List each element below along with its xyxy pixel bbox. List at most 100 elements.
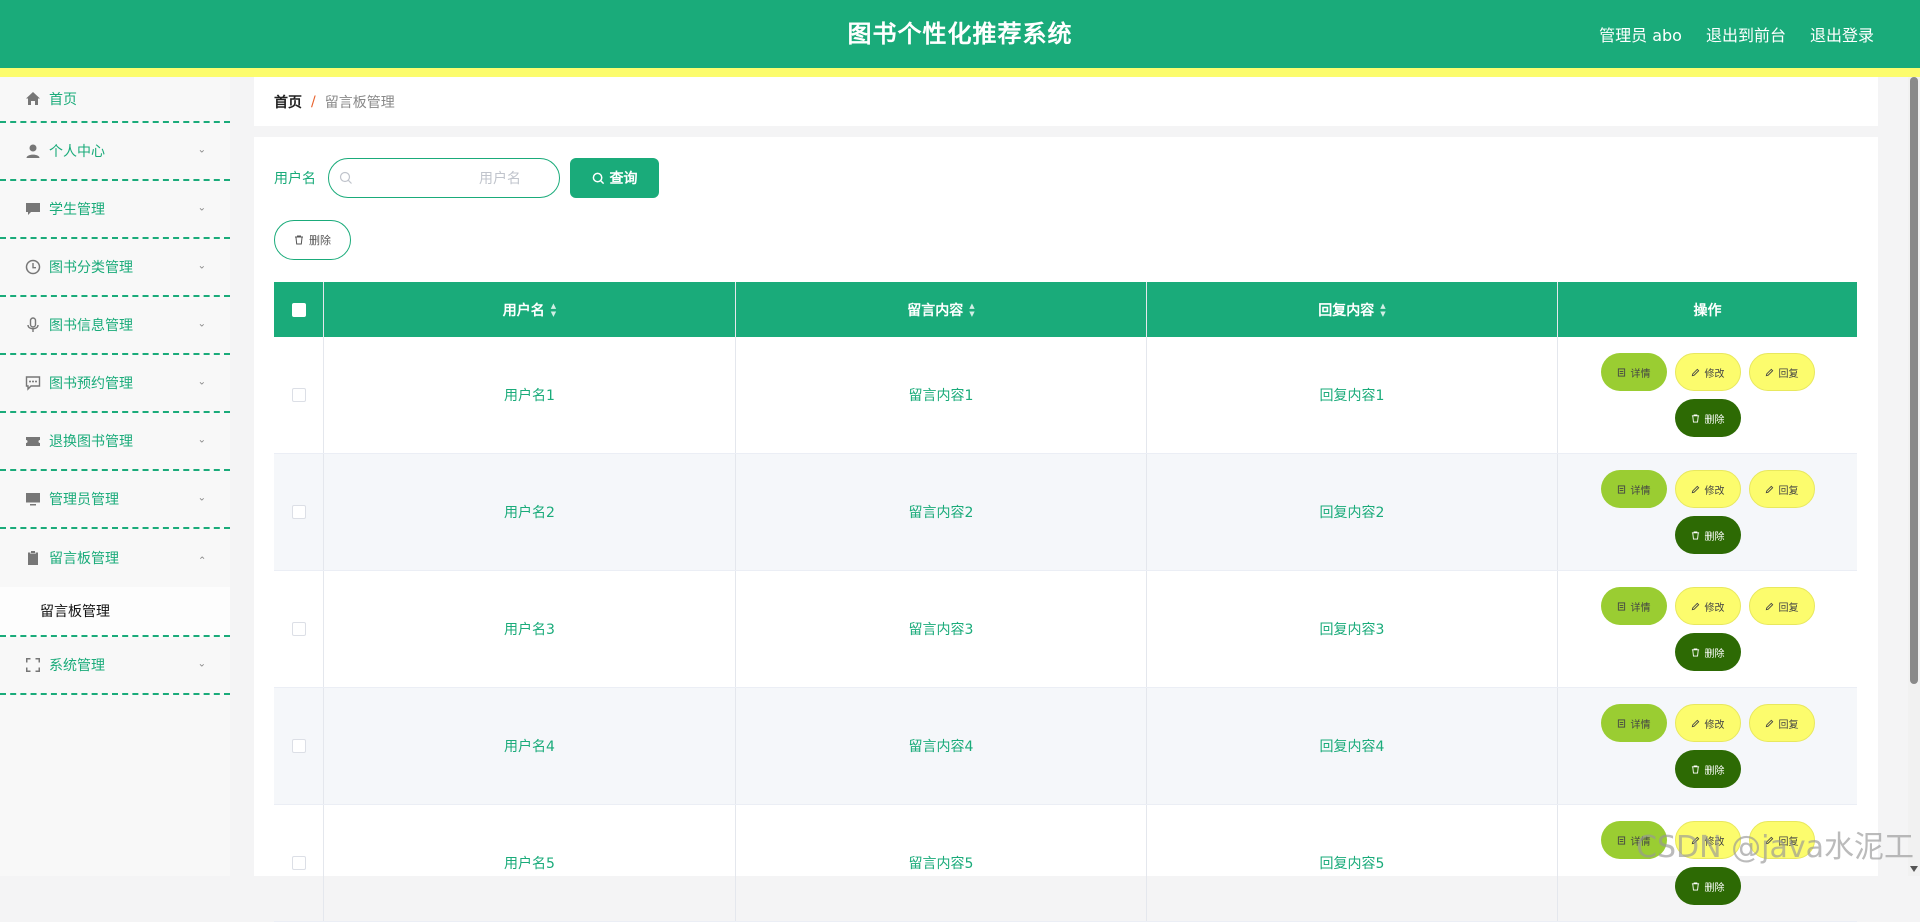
scrollbar-thumb[interactable]: [1910, 77, 1918, 684]
row-checkbox[interactable]: [292, 739, 306, 753]
table-row: 用户名3留言内容3回复内容3详情修改回复删除: [274, 571, 1857, 688]
header-select-all-cell: [274, 282, 324, 337]
clipboard-icon: [24, 550, 41, 567]
search-input[interactable]: [329, 159, 559, 197]
cell-text: 回复内容1: [1320, 385, 1385, 405]
cell-message-content: 留言内容1: [736, 337, 1147, 453]
cell-reply-content: 回复内容4: [1147, 688, 1558, 804]
sidebar-item-admins[interactable]: 管理员管理 ⌄: [0, 471, 230, 529]
button-label: 删除: [1705, 645, 1725, 660]
chevron-down-icon: ⌄: [198, 260, 206, 271]
detail-button[interactable]: 详情: [1601, 470, 1667, 508]
sidebar-item-book-reservations[interactable]: 图书预约管理 ⌄: [0, 355, 230, 413]
sidebar-item-message-board[interactable]: 留言板管理 ⌄: [0, 529, 230, 587]
submenu-item-message-board[interactable]: 留言板管理: [0, 587, 230, 637]
delete-button[interactable]: 删除: [1675, 750, 1741, 788]
cell-username: 用户名2: [324, 454, 736, 570]
sidebar-item-label: 学生管理: [49, 199, 105, 219]
message-table: 用户名▲▼ 留言内容▲▼ 回复内容▲▼ 操作 用户名1留言内容1回复内容1详情修…: [274, 282, 1857, 922]
cell-text: 用户名1: [504, 385, 555, 405]
delete-button[interactable]: 删除: [1675, 633, 1741, 671]
row-checkbox[interactable]: [292, 856, 306, 870]
header-label: 回复内容: [1318, 300, 1374, 320]
edit-button[interactable]: 修改: [1675, 353, 1741, 391]
scroll-down-arrow[interactable]: [1910, 866, 1918, 872]
row-select-cell: [274, 337, 324, 453]
breadcrumb-home[interactable]: 首页: [274, 92, 302, 112]
delete-button[interactable]: 删除: [1675, 867, 1741, 905]
sidebar-item-book-returns[interactable]: 退换图书管理 ⌄: [0, 413, 230, 471]
header-message-content[interactable]: 留言内容▲▼: [736, 282, 1147, 337]
sidebar-item-book-categories[interactable]: 图书分类管理 ⌄: [0, 239, 230, 297]
cell-username: 用户名1: [324, 337, 736, 453]
sidebar-item-personal-center[interactable]: 个人中心 ⌄: [0, 123, 230, 181]
sidebar-item-label: 首页: [49, 89, 77, 109]
edit-button[interactable]: 修改: [1675, 704, 1741, 742]
sidebar-item-label: 图书信息管理: [49, 315, 133, 335]
reply-button[interactable]: 回复: [1749, 704, 1815, 742]
document-icon: [1617, 836, 1626, 845]
reply-button[interactable]: 回复: [1749, 470, 1815, 508]
query-button[interactable]: 查询: [570, 158, 659, 198]
row-actions: 详情 修改 回复删除: [1588, 470, 1828, 554]
cell-text: 留言内容5: [909, 853, 974, 873]
cell-username: 用户名3: [324, 571, 736, 687]
sidebar-item-students[interactable]: 学生管理 ⌄: [0, 181, 230, 239]
header-reply-content[interactable]: 回复内容 ▲▼: [1147, 282, 1558, 337]
document-icon: [1617, 602, 1626, 611]
detail-button[interactable]: 详情: [1601, 353, 1667, 391]
header-label: 操作: [1694, 300, 1722, 320]
chevron-down-icon: ⌄: [198, 144, 206, 155]
pencil-icon: [1691, 368, 1700, 377]
button-label: 删除: [1705, 528, 1725, 543]
back-to-front-link[interactable]: 退出到前台: [1706, 22, 1786, 46]
sidebar-item-label: 系统管理: [49, 655, 105, 675]
cell-text: 留言内容2: [909, 502, 974, 522]
cell-message-content: 留言内容2: [736, 454, 1147, 570]
sidebar-item-system[interactable]: 系统管理 ⌄: [0, 637, 230, 695]
detail-button[interactable]: 详情: [1601, 587, 1667, 625]
logout-link[interactable]: 退出登录: [1810, 22, 1874, 46]
chat-icon: [24, 201, 41, 218]
reply-button[interactable]: 回复: [1749, 587, 1815, 625]
batch-delete-button[interactable]: 删除: [274, 220, 351, 260]
cell-actions: 详情修改回复删除: [1558, 688, 1857, 804]
cell-text: 用户名3: [504, 619, 555, 639]
row-checkbox[interactable]: [292, 388, 306, 402]
edit-button[interactable]: 修改: [1675, 587, 1741, 625]
button-label: 删除: [1705, 411, 1725, 426]
sidebar-item-book-info[interactable]: 图书信息管理 ⌄: [0, 297, 230, 355]
button-label: 修改: [1705, 482, 1725, 497]
header-username[interactable]: 用户名▲▼: [324, 282, 736, 337]
mic-icon: [24, 317, 41, 334]
chevron-down-icon: ⌄: [198, 658, 206, 669]
edit-button[interactable]: 修改: [1675, 470, 1741, 508]
row-actions: 详情修改回复删除: [1588, 587, 1828, 671]
detail-button[interactable]: 详情: [1601, 704, 1667, 742]
cell-text: 用户名2: [504, 502, 555, 522]
delete-button[interactable]: 删除: [1675, 399, 1741, 437]
main-content: 首页 / 留言板管理 用户名 查询 删除 用户名▲▼ 留言内容▲▼ 回复: [254, 77, 1878, 876]
select-all-checkbox[interactable]: [292, 303, 306, 317]
cell-reply-content: 回复内容1: [1147, 337, 1558, 453]
page-scrollbar[interactable]: [1908, 77, 1920, 876]
batch-delete-label: 删除: [309, 232, 331, 248]
row-checkbox[interactable]: [292, 622, 306, 636]
button-label: 删除: [1705, 762, 1725, 777]
delete-button[interactable]: 删除: [1675, 516, 1741, 554]
query-button-label: 查询: [610, 168, 638, 188]
pencil-icon: [1691, 485, 1700, 494]
sort-icon: ▲▼: [969, 302, 974, 318]
search-field: [328, 158, 560, 198]
button-label: 回复: [1779, 365, 1799, 380]
table-body: 用户名1留言内容1回复内容1详情修改回复删除用户名2留言内容2回复内容2详情修改…: [274, 337, 1857, 922]
sort-icon: ▲▼: [1380, 302, 1385, 318]
cell-actions: 详情 修改 回复删除: [1558, 454, 1857, 570]
cell-reply-content: 回复内容3: [1147, 571, 1558, 687]
sidebar-item-home[interactable]: 首页: [0, 77, 230, 123]
table-row: 用户名1 留言内容1 回复内容1 详情修改 回复删除: [274, 337, 1857, 454]
cell-message-content: 留言内容4: [736, 688, 1147, 804]
reply-button[interactable]: 回复: [1749, 353, 1815, 391]
row-checkbox[interactable]: [292, 505, 306, 519]
chevron-down-icon: ⌄: [198, 434, 206, 445]
